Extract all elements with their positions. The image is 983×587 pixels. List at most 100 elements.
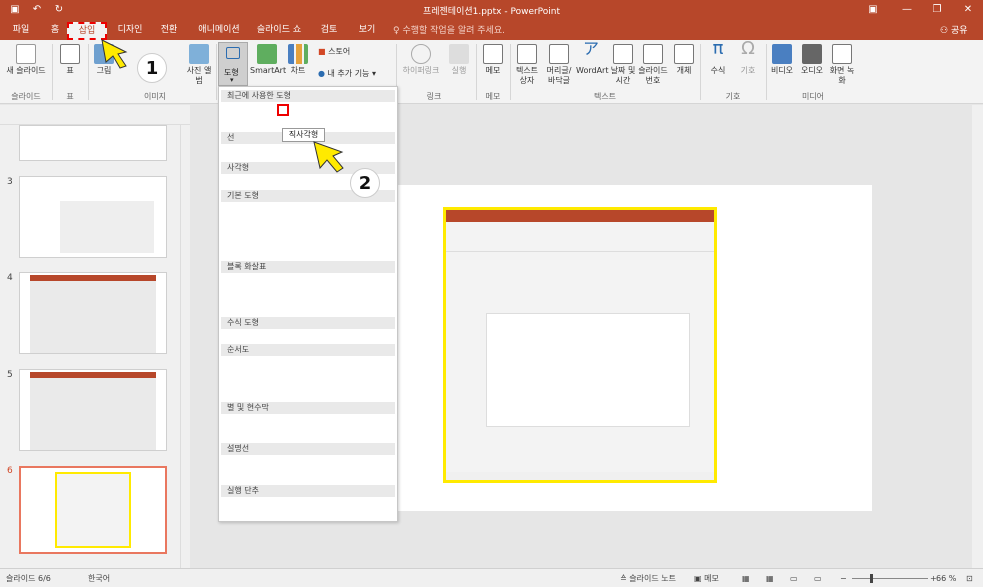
my-addins-button[interactable]: ● 내 추가 기능 ▾ — [318, 69, 394, 79]
person-icon: ⚇ — [940, 26, 949, 36]
zoom-level[interactable]: 66 % — [936, 569, 956, 587]
symbol-button[interactable]: Ω 기호 — [734, 40, 762, 76]
table-label: 표 — [66, 66, 74, 75]
audio-button[interactable]: 오디오 — [798, 44, 826, 76]
star-icon — [449, 44, 469, 64]
chart-label: 차트 — [290, 66, 306, 75]
object-icon — [674, 44, 694, 64]
thumbnails-scrollbar[interactable] — [180, 125, 190, 568]
pointer-arrow-icon — [101, 39, 128, 69]
slide-thumbnail-6[interactable] — [19, 466, 167, 554]
store-button[interactable]: ■ 스토어 — [318, 47, 378, 57]
share-label: 공유 — [950, 26, 968, 36]
notes-button[interactable]: ≙ 슬라이드 노트 — [620, 569, 676, 587]
tab-slideshow[interactable]: 슬라이드 쇼 — [256, 23, 302, 38]
slide-count: 슬라이드 6/6 — [6, 574, 51, 583]
slide-number-button[interactable]: 슬라이드 번호 — [638, 44, 668, 86]
photo-album-icon — [189, 44, 209, 64]
slide-thumbnail-3[interactable] — [19, 176, 167, 258]
photo-album-label: 사진 앨범 — [186, 66, 212, 85]
section-header: 순서도 — [221, 344, 395, 356]
pi-icon: π — [712, 38, 724, 59]
header-footer-button[interactable]: 머리글/바닥글 — [544, 44, 574, 86]
close-icon[interactable]: ✕ — [957, 2, 979, 17]
tab-design[interactable]: 디자인 — [115, 23, 145, 38]
step-callout-1: 1 — [137, 53, 167, 83]
group-label-images: 이미지 — [143, 92, 167, 101]
group-label-slides: 슬라이드 — [11, 92, 41, 101]
slide-preview — [55, 472, 131, 548]
action-button[interactable]: 실행 — [446, 44, 472, 76]
textbox-button[interactable]: 텍스트 상자 — [512, 44, 542, 86]
action-label: 실행 — [451, 66, 467, 75]
tab-file[interactable]: 파일 — [10, 23, 32, 38]
object-button[interactable]: 개체 — [670, 44, 698, 76]
zoom-slider-thumb[interactable] — [870, 574, 873, 583]
slide-thumbnail-4[interactable] — [19, 272, 167, 354]
comment-label: 메모 — [485, 66, 501, 75]
embedded-screenshot[interactable] — [443, 207, 717, 483]
comment-button[interactable]: 메모 — [480, 44, 506, 76]
video-icon — [772, 44, 792, 64]
equation-label: 수식 — [710, 66, 726, 75]
textbox-label: 텍스트 상자 — [515, 66, 539, 85]
shapes-gallery: 최근에 사용한 도형 선 사각형 기본 도형 블록 화살표 수식 도형 순서도 … — [218, 86, 398, 522]
language[interactable]: 한국어 — [88, 569, 110, 587]
tab-view[interactable]: 보기 — [356, 23, 378, 38]
group-label-table: 표 — [66, 92, 74, 101]
tell-me-search[interactable]: ♀ 수행할 작업을 알려 주세요. — [393, 23, 505, 36]
group-separator — [216, 44, 217, 100]
slide-sorter-icon[interactable]: ▦ — [766, 569, 774, 587]
tab-home[interactable]: 홈 — [48, 23, 62, 38]
slide-number-label: 슬라이드 번호 — [638, 66, 668, 85]
status-bar: 슬라이드 6/6 한국어 ≙ 슬라이드 노트 ▣ 메모 ▦ ▦ ▭ ▭ − + … — [0, 568, 983, 587]
normal-view-icon[interactable]: ▦ — [742, 569, 750, 587]
zoom-out-icon[interactable]: − — [840, 569, 847, 587]
tab-transitions[interactable]: 전환 — [158, 23, 180, 38]
reading-view-icon[interactable]: ▭ — [790, 569, 798, 587]
hyperlink-button[interactable]: 하이퍼링크 — [400, 44, 442, 76]
maximize-icon[interactable]: ❐ — [926, 2, 948, 17]
screen-recording-button[interactable]: 화면 녹화 — [828, 44, 856, 86]
photo-album-button[interactable]: 사진 앨범 — [185, 44, 213, 86]
section-header: 최근에 사용한 도형 — [221, 90, 395, 102]
smartart-icon — [257, 44, 277, 64]
group-label-symbols: 기호 — [725, 92, 741, 101]
embedded-slide — [486, 313, 690, 427]
comments-button[interactable]: ▣ 메모 — [694, 569, 719, 587]
group-label-text: 텍스트 — [593, 92, 617, 101]
screen-recording-label: 화면 녹화 — [829, 66, 855, 85]
chart-button[interactable]: 차트 — [287, 44, 309, 76]
zoom-slider[interactable] — [852, 578, 928, 579]
shapes-button[interactable]: 도형 ▾ — [218, 42, 248, 86]
video-label: 비디오 — [770, 66, 794, 75]
smartart-button[interactable]: SmartArt — [250, 44, 286, 76]
minimize-icon[interactable]: — — [896, 2, 918, 17]
slideshow-icon[interactable]: ▭ — [814, 569, 822, 587]
equation-button[interactable]: π 수식 — [704, 38, 732, 76]
wordart-button[interactable]: ア WordArt — [576, 41, 608, 76]
rectangle-shape[interactable] — [277, 104, 289, 116]
main-scrollbar[interactable] — [972, 105, 983, 568]
tab-review[interactable]: 검토 — [318, 23, 340, 38]
tab-animations[interactable]: 애니메이션 — [196, 23, 242, 38]
hyperlink-label: 하이퍼링크 — [402, 66, 440, 75]
slide-thumbnail-2[interactable] — [19, 125, 167, 161]
date-time-button[interactable]: 날짜 및 시간 — [608, 44, 638, 86]
group-label-media: 미디어 — [801, 92, 825, 101]
speaker-icon — [802, 44, 822, 64]
share-button[interactable]: ⚇ 공유 — [940, 23, 968, 36]
slide-thumbnail-5[interactable] — [19, 369, 167, 451]
slide-number: 6 — [7, 466, 13, 476]
new-slide-button[interactable]: 새 슬라이드 — [4, 44, 48, 76]
table-button[interactable]: 표 — [58, 44, 82, 76]
store-label: 스토어 — [328, 47, 351, 56]
ribbon-display-icon[interactable]: ▣ — [862, 2, 884, 17]
pointer-arrow-icon — [313, 141, 344, 173]
slide-number: 5 — [7, 370, 13, 380]
fit-slide-icon[interactable]: ⊡ — [966, 569, 973, 587]
section-header: 실행 단추 — [221, 485, 395, 497]
group-label-links: 링크 — [426, 92, 442, 101]
video-button[interactable]: 비디오 — [768, 44, 796, 76]
group-separator — [88, 44, 89, 100]
